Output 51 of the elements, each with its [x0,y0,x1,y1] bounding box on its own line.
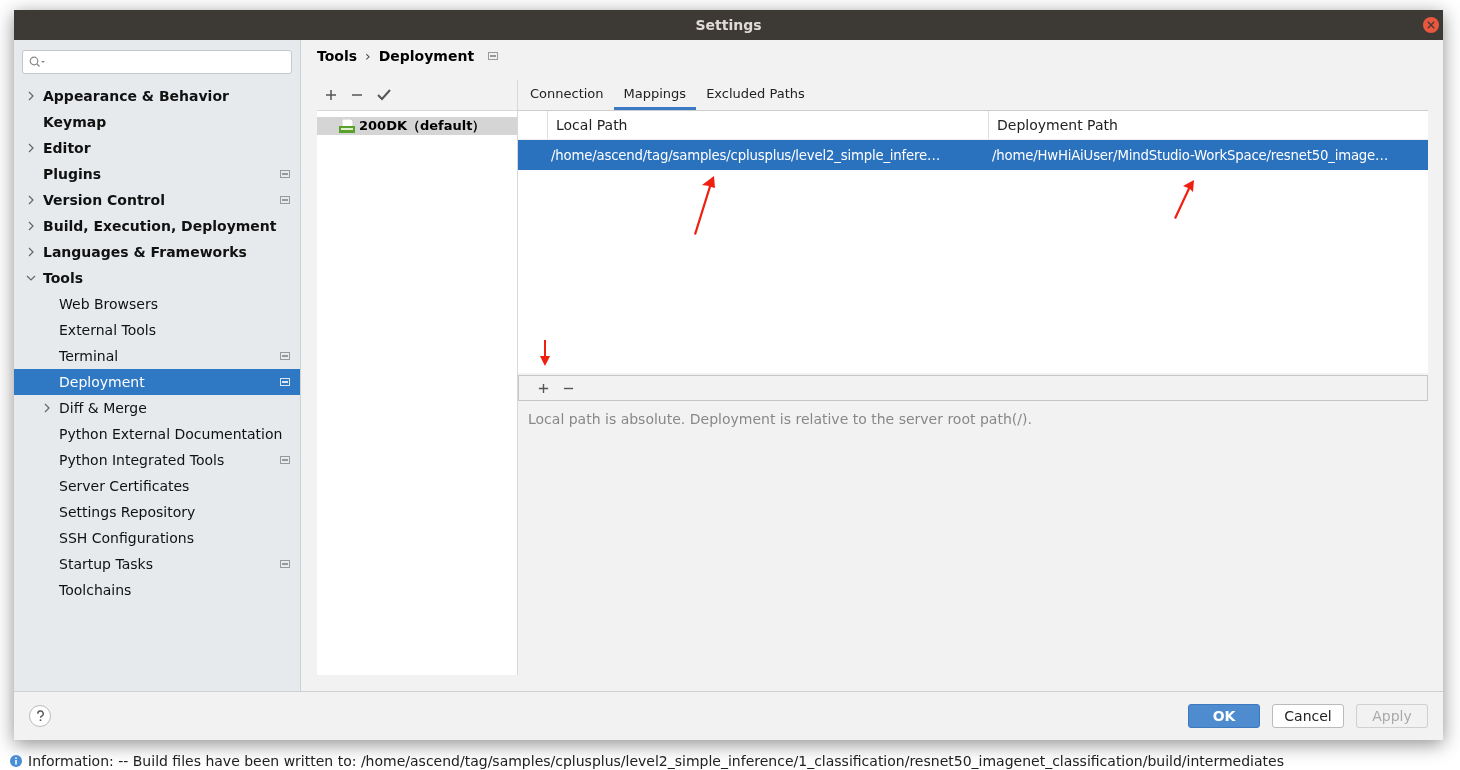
sidebar-item[interactable]: Server Certificates [14,473,300,499]
sftp-server-icon [339,119,355,133]
sidebar-item[interactable]: External Tools [14,317,300,343]
search-field[interactable] [22,50,292,74]
dialog-button[interactable]: OK [1188,704,1260,728]
sidebar-item[interactable]: Tools [14,265,300,291]
sidebar-item[interactable]: Appearance & Behavior [14,83,300,109]
breadcrumb-separator: › [365,48,371,64]
add-icon[interactable] [538,382,549,394]
sidebar-item[interactable]: Build, Execution, Deployment [14,213,300,239]
tab[interactable]: Excluded Paths [696,80,815,110]
search-icon [29,56,45,68]
sidebar-item[interactable]: Deployment [14,369,300,395]
sidebar-item[interactable]: Web Browsers [14,291,300,317]
sidebar-item[interactable]: Plugins [14,161,300,187]
sidebar-item[interactable]: Settings Repository [14,499,300,525]
table-cell-text: /home/HwHiAiUser/MindStudio-WorkSpace/resnet50_image… [991,147,1390,163]
sidebar-item[interactable]: Terminal [14,343,300,369]
hint-text: Local path is absolute. Deployment is relative to the server root path(/). [527,410,1033,429]
server-item[interactable]: 200DK（default） [317,117,517,135]
sidebar-item[interactable]: SSH Configurations [14,525,300,551]
breadcrumb-item: Tools [317,48,358,64]
info-icon [10,754,22,767]
sidebar-item[interactable]: Python Integrated Tools [14,447,300,473]
check-icon[interactable] [377,89,391,101]
column-header[interactable]: Deployment Path [989,111,1428,139]
column-header[interactable]: Local Path [548,111,989,139]
tab[interactable]: Connection [520,80,614,110]
annotation-arrow-drawing [1173,180,1197,220]
sidebar-item[interactable]: Languages & Frameworks [14,239,300,265]
dialog-button[interactable]: Cancel [1272,704,1344,728]
help-icon [35,710,45,722]
sidebar-item[interactable]: Version Control [14,187,300,213]
close-icon [1427,21,1435,29]
table-row[interactable]: /home/ascend/tag/samples/cplusplus/level2_simple_infere… /home/HwHiAiUser/MindStudio-WorkSpace/resnet50_image… [518,140,1428,170]
sidebar-item[interactable]: Editor [14,135,300,161]
annotation-arrow-drawing [540,340,550,366]
close-button[interactable] [1423,17,1439,33]
window-title: Settings [695,17,762,33]
sidebar-item[interactable]: Keymap [14,109,300,135]
sidebar-item[interactable]: Python External Documentation [14,421,300,447]
sidebar-item[interactable]: Diff & Merge [14,395,300,421]
log-message: Information: -- Build files have been written to: /home/ascend/tag/samples/cplusplus/level2_simple_inference/1_classification/resnet50_imagenet_classification/build/intermediates [28,752,1284,769]
annotation-arrow-drawing [693,176,717,236]
help-button[interactable] [29,705,51,727]
breadcrumb-item: Deployment [378,48,475,64]
add-icon[interactable] [325,89,337,101]
sidebar-item[interactable]: Toolchains [14,577,300,603]
table-cell-text: /home/ascend/tag/samples/cplusplus/level2_simple_infere… [550,147,942,163]
project-icon [488,52,499,60]
sidebar-item[interactable]: Startup Tasks [14,551,300,577]
